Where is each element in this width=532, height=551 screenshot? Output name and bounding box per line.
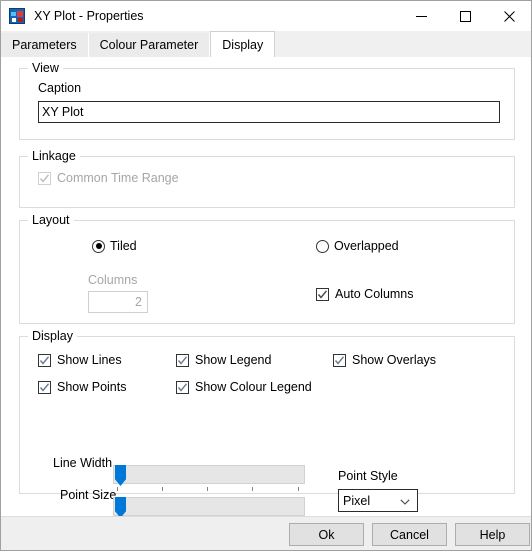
group-layout-title: Layout [28,213,74,227]
tab-label: Display [222,37,264,52]
tab-content-display: View Caption XY Plot Linkage Common Time… [1,58,531,518]
app-icon [9,8,25,24]
tab-display[interactable]: Display [210,31,276,57]
checkbox-show-legend[interactable]: Show Legend [176,353,271,367]
window-controls [399,1,531,31]
checkbox-checked-icon [333,353,346,367]
tab-label: Colour Parameter [99,38,199,52]
radio-overlapped[interactable]: Overlapped [316,239,399,253]
group-layout: Layout Tiled Overlapped Columns 2 Auto C… [19,213,515,324]
slider-track[interactable] [113,465,305,484]
line-width-slider[interactable] [113,465,305,493]
close-icon[interactable] [487,1,531,31]
radio-selected-icon [92,239,105,253]
tab-colour-parameter[interactable]: Colour Parameter [88,33,211,57]
point-style-select[interactable]: Pixel [338,489,418,512]
checkbox-checked-icon [38,353,51,367]
checkbox-auto-columns[interactable]: Auto Columns [316,287,414,301]
tab-strip: Parameters Colour Parameter Display [1,31,531,58]
checkbox-label: Show Points [57,380,127,394]
minimize-icon[interactable] [399,1,443,31]
checkbox-label: Show Overlays [352,353,437,367]
point-style-value: Pixel [343,493,371,508]
checkbox-checked-icon [38,171,51,185]
radio-tiled[interactable]: Tiled [92,239,137,253]
group-view-title: View [28,61,63,75]
group-display-title: Display [28,329,77,343]
columns-input: 2 [88,291,148,313]
radio-label: Tiled [110,239,137,253]
group-linkage-title: Linkage [28,149,80,163]
checkbox-label: Auto Columns [335,287,414,301]
checkbox-checked-icon [176,353,189,367]
checkbox-label: Show Lines [57,353,122,367]
dialog-footer: Ok Cancel Help [1,516,531,550]
radio-label: Overlapped [334,239,399,253]
maximize-icon[interactable] [443,1,487,31]
help-button[interactable]: Help [455,523,530,546]
checkbox-common-time-range: Common Time Range [38,171,179,185]
title-bar: XY Plot - Properties [1,1,531,31]
checkbox-checked-icon [38,380,51,394]
point-style-label: Point Style [338,469,398,483]
checkbox-show-lines[interactable]: Show Lines [38,353,122,367]
checkbox-label: Show Colour Legend [195,380,312,394]
checkbox-show-points[interactable]: Show Points [38,380,126,394]
checkbox-show-overlays[interactable]: Show Overlays [333,353,436,367]
window-title: XY Plot - Properties [34,9,144,23]
caption-label: Caption [38,81,82,95]
checkbox-checked-icon [316,287,329,301]
checkbox-label: Show Legend [195,353,272,367]
tab-parameters[interactable]: Parameters [1,33,89,57]
checkbox-show-colour-legend[interactable]: Show Colour Legend [176,380,312,394]
cancel-button[interactable]: Cancel [372,523,447,546]
slider-track[interactable] [113,497,305,516]
tab-label: Parameters [12,38,77,52]
caption-input[interactable]: XY Plot [38,101,500,123]
point-size-label: Point Size [60,488,117,502]
ok-button[interactable]: Ok [289,523,364,546]
group-linkage: Linkage Common Time Range [19,149,515,208]
line-width-label: Line Width [53,456,113,470]
checkbox-checked-icon [176,380,189,394]
chevron-down-icon [400,494,410,508]
group-view: View Caption XY Plot [19,61,515,140]
radio-unselected-icon [316,239,329,253]
slider-ticks [113,487,305,491]
group-display: Display Show Lines Show Legend Show Over… [19,329,515,518]
columns-label: Columns [88,273,138,287]
properties-dialog: XY Plot - Properties Parameters Colour P… [0,0,532,551]
checkbox-label: Common Time Range [57,171,179,185]
